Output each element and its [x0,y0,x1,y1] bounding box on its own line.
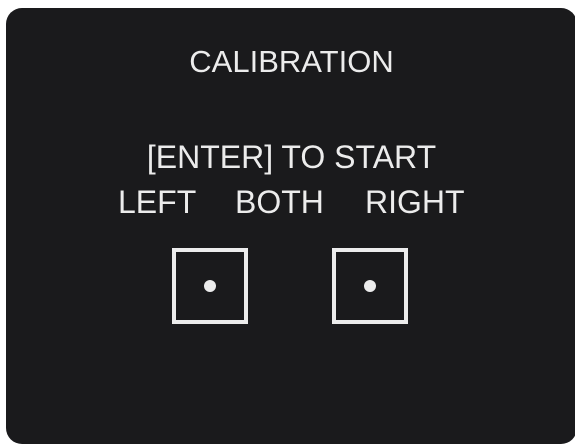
calibration-title: CALIBRATION [189,44,394,79]
option-both[interactable]: BOTH [235,186,324,218]
left-calibration-target[interactable] [172,248,248,324]
left-target-dot-icon [204,280,216,292]
option-right[interactable]: RIGHT [365,186,465,218]
right-target-dot-icon [364,280,376,292]
start-prompt: [ENTER] TO START [146,139,437,175]
right-calibration-target[interactable] [332,248,408,324]
option-left[interactable]: LEFT [118,186,196,218]
